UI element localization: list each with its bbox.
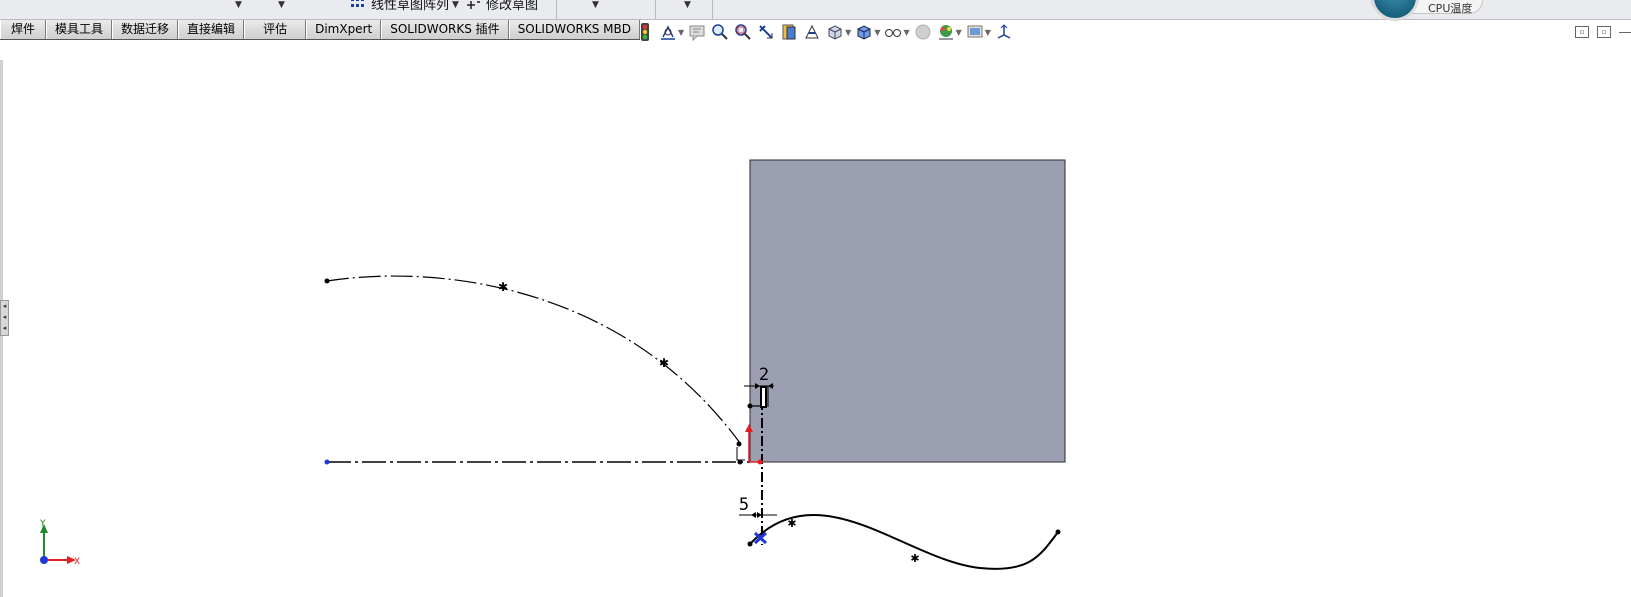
dimension-value-top[interactable]: 2: [759, 365, 769, 385]
spline-marker-icon: ✱: [787, 517, 796, 530]
triad-x-label: X: [74, 557, 80, 567]
thin-rectangle[interactable]: [760, 386, 767, 408]
segment-endpoint[interactable]: [747, 403, 753, 409]
part-face[interactable]: [749, 159, 1066, 463]
triad-origin: [40, 556, 48, 564]
graphics-area[interactable]: ✱ ✱ 2 5 ✱ ✱ Y X: [0, 0, 1631, 597]
arc-marker-icon: ✱: [659, 356, 669, 370]
arc-marker-icon: ✱: [498, 280, 508, 294]
arc-endpoint[interactable]: [736, 441, 742, 447]
sketch-arc[interactable]: [326, 275, 741, 444]
origin-point[interactable]: [757, 459, 763, 465]
spline-marker-icon: ✱: [910, 552, 919, 565]
relation-marker: [736, 447, 745, 461]
spline-endpoint[interactable]: [1055, 529, 1061, 535]
arc-endpoint[interactable]: [324, 278, 330, 284]
triad-y-label: Y: [39, 519, 46, 529]
centerline-endpoint[interactable]: [324, 459, 330, 465]
dimension-value-bottom[interactable]: 5: [739, 495, 749, 515]
spline-endpoint[interactable]: [747, 541, 753, 547]
